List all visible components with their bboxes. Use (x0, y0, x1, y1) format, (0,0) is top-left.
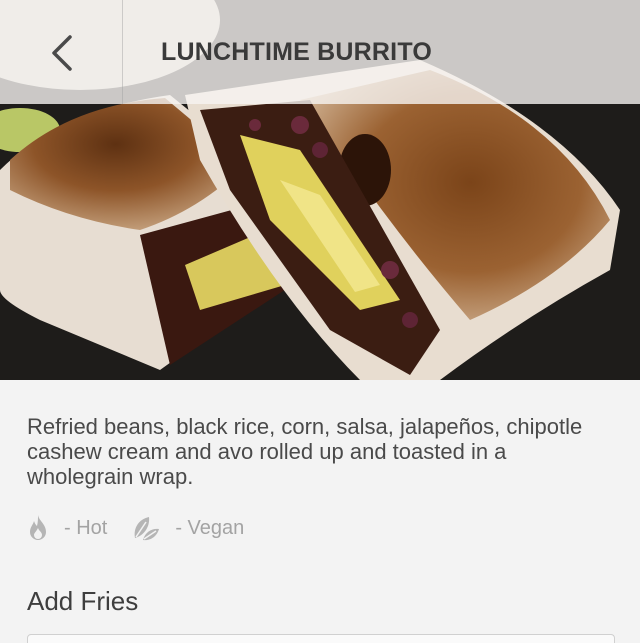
item-description: Refried beans, black rice, corn, salsa, … (27, 414, 583, 489)
add-fries-select[interactable] (27, 634, 615, 643)
flame-icon (30, 515, 46, 540)
tag-vegan: - Vegan (131, 514, 244, 542)
back-button[interactable] (0, 0, 123, 104)
tag-vegan-label: - Vegan (175, 516, 245, 539)
page-title: LUNCHTIME BURRITO (161, 38, 432, 66)
dietary-tags: - Hot - Vegan (26, 514, 268, 542)
tag-hot: - Hot (26, 514, 107, 542)
add-fries-heading: Add Fries (27, 586, 139, 616)
tag-hot-label: - Hot (64, 516, 108, 539)
chevron-left-icon (52, 35, 72, 71)
leaves-icon (134, 517, 160, 541)
app-header: LUNCHTIME BURRITO (0, 0, 640, 104)
